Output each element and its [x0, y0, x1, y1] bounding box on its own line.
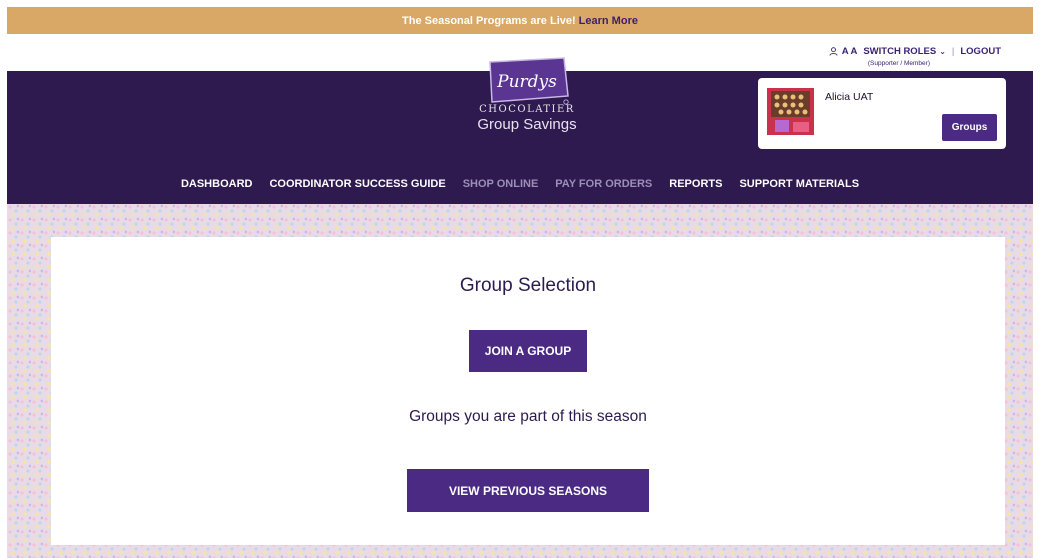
join-group-button[interactable]: JOIN A GROUP: [469, 330, 587, 372]
nav-dashboard[interactable]: DASHBOARD: [181, 178, 253, 190]
learn-more-link[interactable]: Learn More: [579, 15, 638, 27]
user-card: Alicia UAT Groups: [758, 78, 1006, 149]
chevron-down-icon[interactable]: ⌄: [939, 47, 946, 56]
site-header: Purdys CHOCOLATIER Group Savings Alicia …: [7, 57, 1033, 204]
groups-button[interactable]: Groups: [942, 114, 997, 141]
divider: |: [951, 46, 955, 57]
user-icon: [829, 47, 838, 56]
main-nav: DASHBOARD COORDINATOR SUCCESS GUIDE SHOP…: [7, 178, 1033, 190]
purdys-badge-icon: Purdys: [489, 57, 569, 105]
page-title: Group Selection: [459, 275, 597, 296]
group-selection-panel: Group Selection JOIN A GROUP Groups you …: [51, 237, 1005, 545]
role-subtitle: (Supporter / Member): [867, 60, 930, 67]
chocolate-box-thumbnail: [767, 88, 814, 135]
nav-coordinator-success-guide[interactable]: COORDINATOR SUCCESS GUIDE: [269, 178, 445, 190]
groups-this-season-text: Groups you are part of this season: [409, 408, 647, 425]
purdys-logo[interactable]: Purdys CHOCOLATIER Group Savings: [472, 56, 582, 142]
user-initials[interactable]: A A: [842, 46, 858, 57]
logo-group-savings: Group Savings: [477, 116, 577, 133]
logout-link[interactable]: LOGOUT: [960, 46, 1001, 57]
nav-reports[interactable]: REPORTS: [669, 178, 722, 190]
user-name: Alicia UAT: [825, 91, 874, 103]
banner-text: The Seasonal Programs are Live!: [402, 14, 576, 27]
logo-script-text: Purdys: [496, 72, 557, 92]
account-links: A A SWITCH ROLES ⌄ | LOGOUT: [829, 46, 1001, 57]
announcement-banner: The Seasonal Programs are Live! Learn Mo…: [7, 7, 1033, 34]
nav-support-materials[interactable]: SUPPORT MATERIALS: [739, 178, 859, 190]
switch-roles-link[interactable]: SWITCH ROLES: [863, 46, 936, 57]
view-previous-seasons-button[interactable]: VIEW PREVIOUS SEASONS: [407, 469, 649, 512]
logo-chocolatier: CHOCOLATIER: [479, 104, 575, 115]
nav-shop-online[interactable]: SHOP ONLINE: [463, 178, 539, 190]
nav-pay-for-orders[interactable]: PAY FOR ORDERS: [555, 178, 652, 190]
